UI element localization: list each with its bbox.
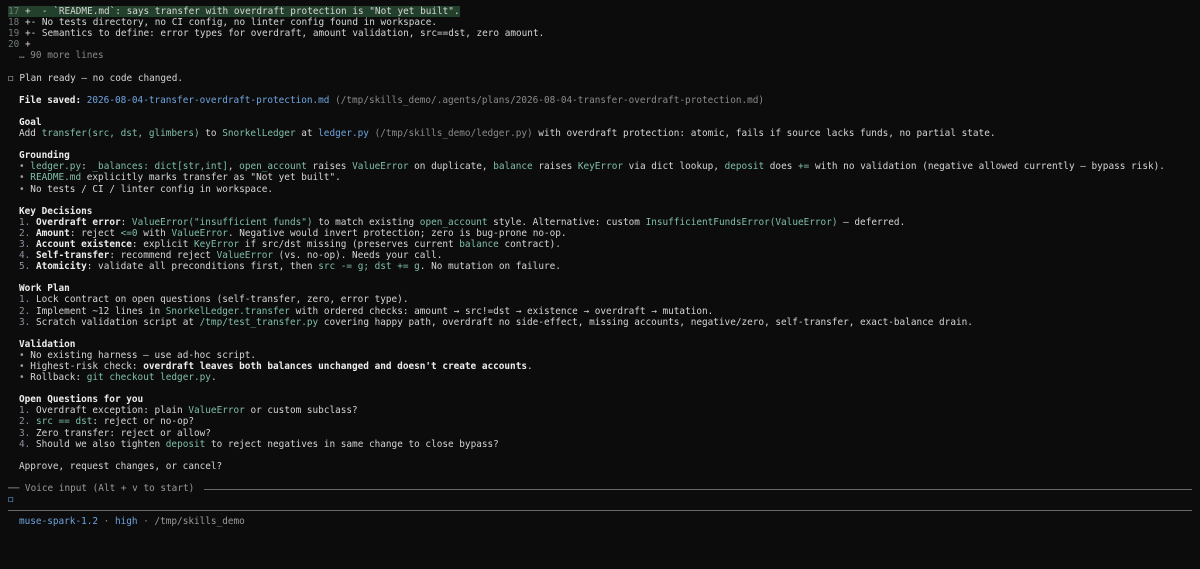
bullet-icon: • <box>19 372 31 384</box>
bullet-icon: • <box>19 361 31 372</box>
bullet-icon: • <box>19 172 31 184</box>
list-item: • No tests / CI / linter config in works… <box>19 183 273 195</box>
diff-line: 20 + <box>0 39 1200 50</box>
grounding-heading: Grounding <box>19 150 70 162</box>
voice-input-label: ── Voice input (Alt + v to start) <box>8 483 204 495</box>
goal-heading: Goal <box>19 116 42 128</box>
checkbox-icon: ◻ <box>8 72 14 84</box>
validation-heading: Validation <box>19 338 76 350</box>
bullet-icon: • <box>19 183 31 195</box>
list-item: • Rollback: git checkout ledger.py. <box>19 372 217 384</box>
list-item: • ledger.py: _balances: dict[str,int], o… <box>19 161 1165 173</box>
cursor-icon: ◻ <box>8 494 14 506</box>
chat-input[interactable]: ◻ <box>0 494 1200 505</box>
list-item: 3. Zero transfer: reject or allow? <box>19 427 211 439</box>
list-item: • README.md explicitly marks transfer as… <box>19 172 341 184</box>
file-path: (/tmp/skills_demo/ledger.py) <box>368 128 533 140</box>
model-name[interactable]: muse-spark-1.2 <box>19 516 98 527</box>
diff-sign: + <box>24 39 31 51</box>
diff-text: - Semantics to define: error types for o… <box>30 28 545 40</box>
line-number: 19 <box>8 28 20 40</box>
diff-line: 19 +- Semantics to define: error types f… <box>0 28 1200 39</box>
key-decisions-heading: Key Decisions <box>19 205 93 217</box>
list-item: 3. Scratch validation script at /tmp/tes… <box>19 316 973 328</box>
diff-line-highlight: 17 + - `README.md`: says transfer with o… <box>8 6 460 18</box>
diff-text: - No tests directory, no CI config, no l… <box>30 17 437 29</box>
plan-status: ◻ Plan ready — no code changed. <box>0 73 1200 84</box>
list-item: 1. Overdraft error: ValueError("insuffic… <box>19 216 906 228</box>
list-item: 5. Atomicity: validate all preconditions… <box>19 261 561 273</box>
list-item: 4. Should we also tighten deposit to rej… <box>19 438 499 450</box>
code-span: transfer(src, dst, glimbers) <box>41 128 200 140</box>
diff-text: - `README.md`: says transfer with overdr… <box>36 6 460 17</box>
plan-status-text: Plan ready — no code changed. <box>19 72 183 84</box>
code-span: SnorkelLedger <box>222 128 296 140</box>
plan-file-link[interactable]: 2026-08-04-transfer-overdraft-protection… <box>87 95 330 106</box>
working-directory: /tmp/skills_demo <box>154 516 245 527</box>
divider <box>8 510 1192 511</box>
work-plan-heading: Work Plan <box>19 283 70 295</box>
list-item: 2. src == dst: reject or no-op? <box>19 416 195 428</box>
bullet-icon: • <box>19 161 31 173</box>
file-link[interactable]: ledger.py <box>318 128 369 139</box>
voice-input-bar[interactable]: ── Voice input (Alt + v to start) <box>0 483 1200 495</box>
separator: · <box>98 516 115 527</box>
goal-text: Add transfer(src, dst, glimbers) to Snor… <box>19 128 996 140</box>
diff-sign: + <box>24 6 31 17</box>
line-number: 17 <box>8 6 20 17</box>
list-item: 4. Self-transfer: recommend reject Value… <box>19 250 443 262</box>
line-number: 20 <box>8 39 20 51</box>
list-item: 1. Lock contract on open questions (self… <box>19 294 409 306</box>
file-saved: File saved: 2026-08-04-transfer-overdraf… <box>0 95 1200 106</box>
file-saved-label: File saved: <box>19 94 82 106</box>
list-item: 3. Account existence: explicit KeyError … <box>19 238 561 250</box>
list-item: 1. Overdraft exception: plain ValueError… <box>19 405 358 417</box>
bullet-icon: • <box>19 349 31 361</box>
list-item: 2. Amount: reject <=0 with ValueError. N… <box>19 227 567 239</box>
status-bar: muse-spark-1.2 · high · /tmp/skills_demo <box>19 516 245 527</box>
approval-prompt: Approve, request changes, or cancel? <box>19 460 223 472</box>
diff-line: 18 +- No tests directory, no CI config, … <box>0 17 1200 28</box>
line-number: 18 <box>8 17 20 29</box>
list-item: • Highest-risk check: overdraft leaves b… <box>19 361 533 372</box>
list-item: 2. Implement ~12 lines in SnorkelLedger.… <box>19 305 714 317</box>
terminal: 17 + - `README.md`: says transfer with o… <box>0 0 1200 505</box>
open-questions-heading: Open Questions for you <box>19 394 144 406</box>
diff-line: 17 + - `README.md`: says transfer with o… <box>0 6 1200 18</box>
list-item: • No existing harness — use ad-hoc scrip… <box>19 349 257 361</box>
effort-level[interactable]: high <box>115 516 138 527</box>
separator: · <box>137 516 155 527</box>
more-lines-indicator[interactable]: … 90 more lines <box>0 50 1200 61</box>
plan-file-path: (/tmp/skills_demo/.agents/plans/2026-08-… <box>335 94 765 106</box>
